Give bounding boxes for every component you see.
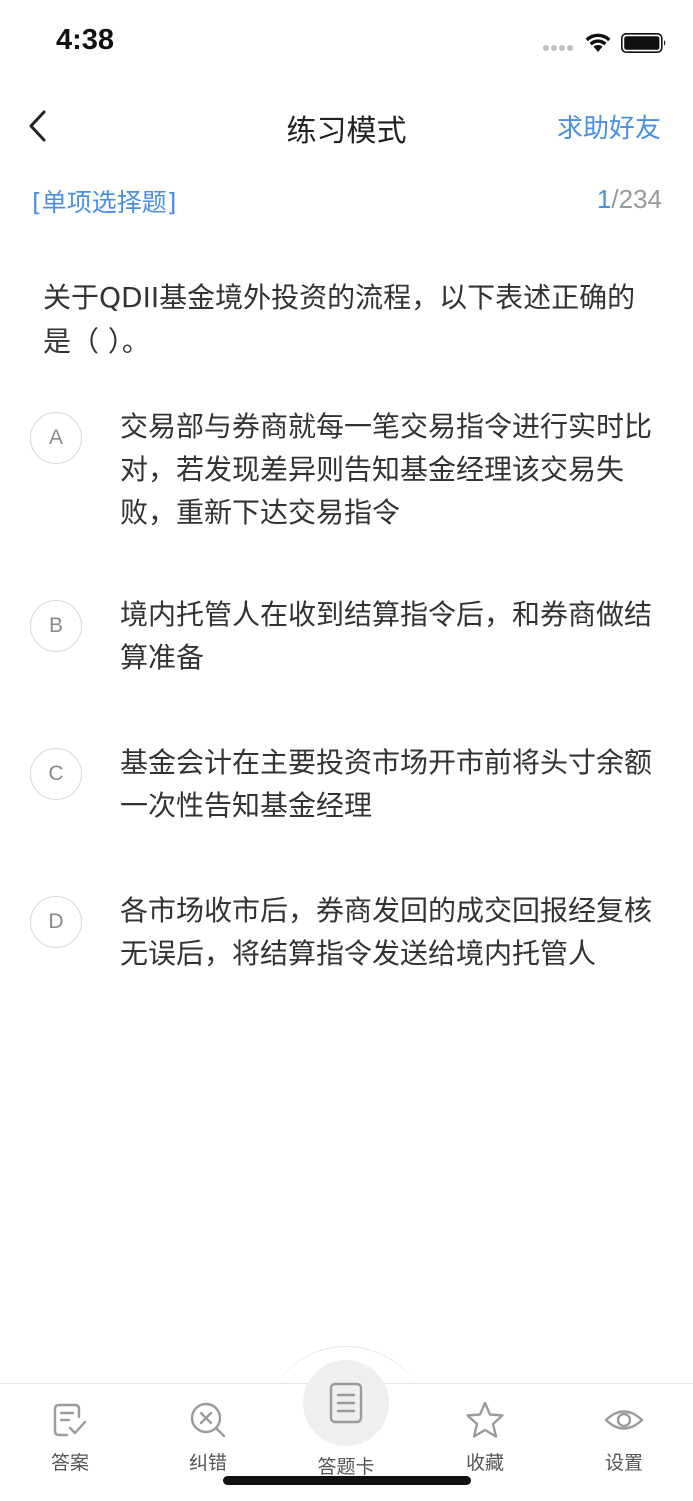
home-indicator xyxy=(223,1476,471,1485)
answer-card-circle xyxy=(303,1360,389,1446)
option-text: 境内托管人在收到结算指令后，和券商做结算准备 xyxy=(120,598,653,674)
question-stem: 关于QDII基金境外投资的流程，以下表述正确的是（ ）。 xyxy=(43,281,636,358)
star-icon xyxy=(466,1401,504,1438)
settings-label: 设置 xyxy=(604,1452,643,1474)
answer-sheet-check-icon xyxy=(53,1403,87,1437)
option-text: 交易部与券商就每一笔交易指令进行实时比对，若发现差异则告知基金经理该交易失败，重… xyxy=(120,410,653,529)
favorite-button[interactable]: 收藏 xyxy=(435,1400,535,1475)
report-error-button[interactable]: 纠错 xyxy=(158,1400,258,1475)
question-type-label: [单项选择题] xyxy=(32,188,177,217)
option-letter-circle: B xyxy=(30,600,82,652)
error-x-search-icon xyxy=(190,1402,226,1438)
total-questions: /234 xyxy=(611,184,662,214)
nav-bar: 练习模式 求助好友 xyxy=(0,92,693,160)
battery-icon xyxy=(621,33,666,53)
option-text: 各市场收市后，券商发回的成交回报经复核无误后，将结算指令发送给境内托管人 xyxy=(120,894,653,970)
answer-card-button[interactable]: 答题卡 xyxy=(296,1360,396,1479)
option-letter-circle: A xyxy=(30,412,82,464)
status-bar: 4:38 xyxy=(0,0,693,88)
option-letter-circle: C xyxy=(30,748,82,800)
correct-label: 纠错 xyxy=(188,1452,227,1474)
ask-friend-button[interactable]: 求助好友 xyxy=(557,108,661,145)
favorite-label: 收藏 xyxy=(465,1452,504,1474)
option-letter-circle: D xyxy=(30,896,82,948)
option-text: 基金会计在主要投资市场开市前将头寸余额一次性告知基金经理 xyxy=(120,746,653,822)
current-question-number: 1 xyxy=(596,184,612,214)
settings-button[interactable]: 设置 xyxy=(574,1400,674,1475)
document-list-icon xyxy=(329,1382,363,1424)
signal-icon xyxy=(543,45,575,53)
answer-card-label: 答题卡 xyxy=(317,1456,375,1478)
eye-icon xyxy=(604,1410,644,1430)
question-progress: 1/234 xyxy=(597,184,662,215)
answer-label: 答案 xyxy=(50,1452,89,1474)
status-time: 4:38 xyxy=(56,24,115,56)
wifi-icon xyxy=(585,33,611,52)
answer-button[interactable]: 答案 xyxy=(20,1400,120,1475)
